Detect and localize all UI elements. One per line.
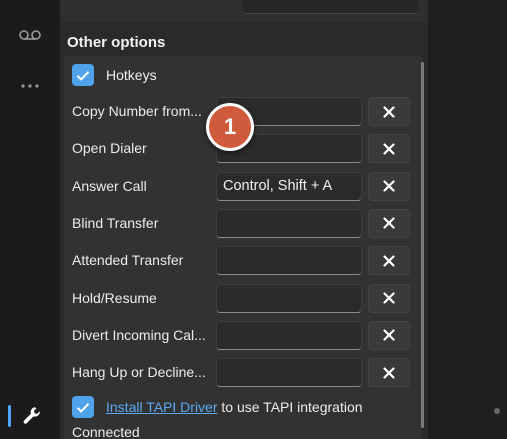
hotkey-label: Divert Incoming Cal... — [72, 326, 206, 343]
content-pane — [428, 0, 507, 439]
tapi-toggle[interactable]: Install TAPI Driver to use TAPI integrat… — [72, 396, 363, 418]
tapi-checkbox[interactable] — [72, 396, 94, 418]
hotkey-clear-button[interactable] — [368, 283, 410, 313]
pane-dot — [494, 408, 500, 414]
section-title: Other options — [67, 34, 166, 51]
tapi-status: Connected — [72, 424, 140, 439]
hotkey-input[interactable] — [216, 283, 362, 313]
step-marker: 1 — [206, 103, 254, 151]
hotkey-clear-button[interactable] — [368, 208, 410, 238]
close-icon — [383, 105, 395, 118]
hotkey-row: Attended Transfer — [64, 244, 422, 276]
checkmark-icon — [76, 70, 90, 81]
close-icon — [383, 329, 395, 341]
hotkey-clear-button[interactable] — [368, 171, 410, 201]
checkmark-icon — [76, 402, 90, 413]
hotkey-input[interactable] — [216, 208, 362, 238]
hotkey-input[interactable] — [216, 358, 362, 388]
hotkey-label: Answer Call — [72, 177, 147, 194]
hotkey-clear-button[interactable] — [368, 134, 410, 164]
hotkey-label: Copy Number from... — [72, 103, 202, 119]
hotkey-label: Hang Up or Decline... — [72, 364, 206, 381]
nav-rail — [0, 0, 60, 439]
hotkey-label: Blind Transfer — [72, 214, 159, 231]
tapi-description: to use TAPI integration — [221, 399, 363, 415]
close-icon — [383, 292, 395, 304]
hotkey-row: Blind Transfer — [64, 207, 422, 239]
close-icon — [383, 366, 395, 379]
more-icon[interactable] — [0, 71, 60, 101]
hotkey-input[interactable] — [216, 171, 362, 201]
hotkey-clear-button[interactable] — [368, 97, 410, 126]
close-icon — [383, 180, 395, 192]
hotkeys-label: Hotkeys — [106, 67, 157, 83]
voicemail-icon[interactable] — [0, 20, 60, 50]
hotkeys-checkbox[interactable] — [72, 64, 94, 86]
previous-setting-field[interactable] — [242, 0, 418, 14]
hotkey-input[interactable] — [216, 320, 362, 350]
settings-panel: Other options Hotkeys Copy Number from..… — [60, 0, 428, 439]
hotkey-label: Attended Transfer — [72, 252, 184, 269]
scrollbar[interactable] — [421, 62, 424, 428]
hotkey-row: Divert Incoming Cal... — [64, 319, 422, 351]
hotkey-clear-button[interactable] — [368, 246, 410, 276]
hotkey-row: Answer Call — [64, 170, 422, 202]
hotkey-clear-button[interactable] — [368, 320, 410, 350]
hotkey-row: Hold/Resume — [64, 282, 422, 314]
wrench-icon[interactable] — [2, 401, 62, 431]
previous-setting-row — [60, 0, 428, 22]
hotkey-label: Open Dialer — [72, 140, 147, 157]
close-icon — [383, 217, 395, 229]
hotkey-row: Hang Up or Decline... — [64, 356, 422, 388]
hotkey-label: Hold/Resume — [72, 289, 157, 306]
install-tapi-link[interactable]: Install TAPI Driver — [106, 399, 218, 415]
hotkey-clear-button[interactable] — [368, 358, 410, 388]
hotkeys-toggle[interactable]: Hotkeys — [72, 64, 157, 86]
hotkey-input[interactable] — [216, 246, 362, 276]
close-icon — [383, 143, 395, 155]
close-icon — [383, 255, 395, 267]
